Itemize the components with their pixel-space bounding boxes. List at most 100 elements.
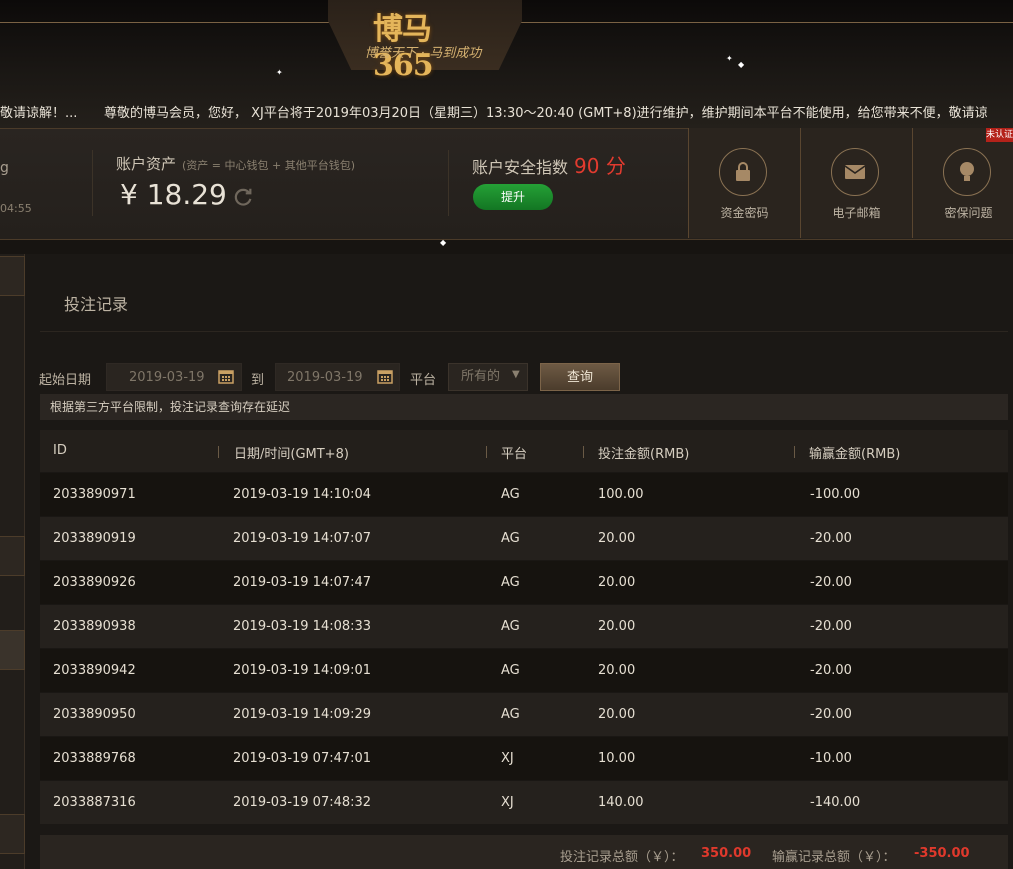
column-header-bet-amount[interactable]: 投注金额(RMB) (598, 443, 689, 462)
cell-id: 2033890919 (53, 531, 136, 546)
unverified-badge: 未认证 (986, 128, 1013, 142)
assets-label: 账户资产 (116, 155, 177, 173)
marquee-lead: 敬请谅解！... (0, 106, 78, 121)
cell-win-loss: -20.00 (810, 531, 852, 546)
assets-value: ¥ 18.29 (120, 178, 227, 211)
left-sidebar (0, 254, 25, 869)
security-label: 账户安全指数 (472, 158, 569, 177)
table-row[interactable]: 2033890942 2019-03-19 14:09:01 AG 20.00 … (40, 648, 1008, 692)
upgrade-button[interactable]: 提升 (473, 184, 553, 210)
cell-platform: AG (501, 663, 520, 678)
sparkle-icon: ✦ (726, 54, 733, 63)
marquee-text: 尊敬的博马会员，您好， XJ平台将于2019年03月20日（星期三）13:30～… (104, 106, 988, 121)
shortcut-security-question[interactable]: 密保问题 (912, 128, 1013, 238)
cell-id: 2033890942 (53, 663, 136, 678)
table-row[interactable]: 2033890926 2019-03-19 14:07:47 AG 20.00 … (40, 560, 1008, 604)
query-button[interactable]: 查询 (540, 363, 620, 391)
icon-circle (719, 148, 767, 196)
totals-bar: 投注记录总额（￥）： 350.00 输赢记录总额（￥）： -350.00 (40, 835, 1008, 869)
logo-slogan: 博誉天下 · 马到成功 (364, 46, 482, 61)
shortcut-label: 电子邮箱 (832, 206, 881, 220)
start-date-label: 起始日期 (39, 373, 92, 388)
column-header-datetime[interactable]: 日期/时间(GMT+8) (234, 443, 349, 462)
shortcut-label: 资金密码 (720, 206, 769, 220)
cell-platform: XJ (501, 795, 514, 810)
cell-id: 2033887316 (53, 795, 136, 810)
delay-notice: 根据第三方平台限制，投注记录查询存在延迟 (40, 394, 1008, 420)
column-header-platform[interactable]: 平台 (501, 443, 527, 462)
cell-win-loss: -100.00 (810, 487, 861, 502)
sidebar-tab[interactable] (0, 256, 25, 296)
cell-win-loss: -140.00 (810, 795, 861, 810)
cell-win-loss: -10.00 (810, 751, 852, 766)
table-row[interactable]: 2033889768 2019-03-19 07:47:01 XJ 10.00 … (40, 736, 1008, 780)
icon-circle (831, 148, 879, 196)
cell-datetime: 2019-03-19 07:47:01 (233, 751, 372, 766)
calendar-icon[interactable] (218, 368, 234, 384)
table-row[interactable]: 2033890919 2019-03-19 14:07:07 AG 20.00 … (40, 516, 1008, 560)
to-label: 到 (251, 373, 265, 388)
table-row[interactable]: 2033890938 2019-03-19 14:08:33 AG 20.00 … (40, 604, 1008, 648)
cell-bet-amount: 20.00 (598, 707, 636, 722)
cell-win-loss: -20.00 (810, 707, 852, 722)
login-time-partial: 04:55 (0, 202, 32, 215)
cell-platform: AG (501, 575, 520, 590)
sparkle-icon: ◆ (440, 238, 447, 247)
win-total-value: -350.00 (914, 846, 970, 861)
cell-datetime: 2019-03-19 14:10:04 (233, 487, 372, 502)
security-index: 账户安全指数 90 分 (472, 150, 626, 179)
cell-win-loss: -20.00 (810, 575, 852, 590)
table-row[interactable]: 2033890950 2019-03-19 14:09:29 AG 20.00 … (40, 692, 1008, 736)
shortcut-fund-password[interactable]: 资金密码 (688, 128, 800, 238)
shortcut-label: 密保问题 (944, 206, 993, 220)
cell-bet-amount: 100.00 (598, 487, 644, 502)
cell-bet-amount: 20.00 (598, 663, 636, 678)
cell-win-loss: -20.00 (810, 663, 852, 678)
sidebar-tab-active[interactable] (0, 630, 25, 670)
cell-platform: XJ (501, 751, 514, 766)
table-row[interactable]: 2033890971 2019-03-19 14:10:04 AG 100.00… (40, 472, 1008, 516)
cell-bet-amount: 20.00 (598, 575, 636, 590)
mail-icon (844, 165, 866, 179)
lock-icon (736, 162, 750, 181)
bet-total-label: 投注记录总额（￥）： (560, 850, 684, 865)
sidebar-tab[interactable] (0, 814, 25, 854)
table-header: ID 日期/时间(GMT+8) 平台 投注金额(RMB) 输赢金额(RMB) (40, 430, 1008, 472)
platform-label: 平台 (410, 373, 437, 388)
cell-win-loss: -20.00 (810, 619, 852, 634)
cell-bet-amount: 20.00 (598, 619, 636, 634)
chevron-down-icon[interactable]: ▼ (512, 369, 520, 380)
banner-line-left (0, 22, 330, 23)
calendar-icon[interactable] (377, 368, 393, 384)
cell-datetime: 2019-03-19 14:09:01 (233, 663, 372, 678)
cell-bet-amount: 20.00 (598, 531, 636, 546)
bet-total-value: 350.00 (701, 846, 752, 861)
bet-records-table: ID 日期/时间(GMT+8) 平台 投注金额(RMB) 输赢金额(RMB) 2… (40, 430, 1008, 824)
cell-platform: AG (501, 487, 520, 502)
cell-bet-amount: 140.00 (598, 795, 644, 810)
cell-bet-amount: 10.00 (598, 751, 636, 766)
security-score: 90 分 (574, 154, 626, 178)
column-separator (794, 446, 795, 458)
cell-platform: AG (501, 707, 520, 722)
cell-datetime: 2019-03-19 14:09:29 (233, 707, 372, 722)
column-separator (486, 446, 487, 458)
table-row[interactable]: 2033887316 2019-03-19 07:48:32 XJ 140.00… (40, 780, 1008, 824)
sidebar-tab[interactable] (0, 536, 25, 576)
cell-datetime: 2019-03-19 14:08:33 (233, 619, 372, 634)
column-header-id[interactable]: ID (53, 443, 67, 458)
cell-id: 2033890950 (53, 707, 136, 722)
shortcut-email[interactable]: 电子邮箱 (800, 128, 912, 238)
divider (448, 150, 449, 216)
banner-line-right (520, 22, 1013, 23)
assets-note: (资产 = 中心钱包 + 其他平台钱包) (182, 159, 356, 172)
page-title: 投注记录 (64, 295, 129, 314)
column-separator (583, 446, 584, 458)
cell-datetime: 2019-03-19 07:48:32 (233, 795, 372, 810)
assets-title: 账户资产 (资产 = 中心钱包 + 其他平台钱包) (116, 153, 355, 174)
column-header-win-loss[interactable]: 输赢金额(RMB) (809, 443, 900, 462)
refresh-icon[interactable] (232, 186, 254, 208)
cell-platform: AG (501, 619, 520, 634)
announcement-marquee[interactable]: 敬请谅解！... 尊敬的博马会员，您好， XJ平台将于2019年03月20日（星… (0, 100, 1013, 122)
sparkle-icon: ◆ (738, 60, 745, 69)
